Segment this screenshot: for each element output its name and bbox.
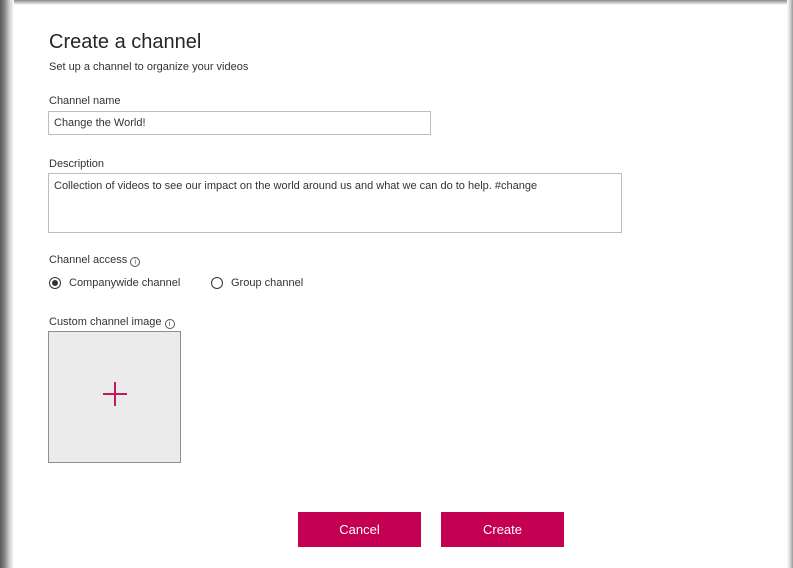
create-button[interactable]: Create — [441, 512, 564, 547]
custom-image-label: Custom channel image — [49, 316, 162, 328]
channel-name-label: Channel name — [49, 95, 121, 107]
radio-group-channel[interactable]: Group channel — [211, 277, 303, 289]
info-icon[interactable]: i — [164, 319, 175, 329]
create-channel-dialog: Create a channel Set up a channel to org… — [0, 0, 793, 568]
radio-selected-icon[interactable] — [49, 277, 61, 289]
channel-name-input[interactable] — [48, 111, 431, 135]
radio-companywide-channel[interactable]: Companywide channel — [49, 277, 180, 289]
channel-access-label: Channel access — [49, 254, 128, 266]
radio-group-label: Group channel — [231, 277, 304, 289]
dialog-title: Create a channel — [49, 31, 202, 53]
window-shadow-right — [787, 0, 793, 568]
window-shadow-top — [0, 0, 793, 5]
window-shadow-left — [0, 0, 14, 568]
radio-companywide-label: Companywide channel — [69, 277, 181, 289]
plus-icon-vertical — [114, 382, 116, 406]
description-label: Description — [49, 158, 105, 170]
radio-unselected-icon[interactable] — [211, 277, 223, 289]
info-icon[interactable]: i — [130, 257, 141, 267]
custom-image-label-row: Custom channel image i — [49, 316, 175, 329]
channel-access-label-row: Channel access i — [49, 254, 141, 267]
cancel-button[interactable]: Cancel — [298, 512, 421, 547]
description-input[interactable]: Collection of videos to see our impact o… — [48, 173, 622, 233]
dialog-subtitle: Set up a channel to organize your videos — [49, 61, 249, 73]
custom-image-upload[interactable] — [48, 331, 181, 463]
